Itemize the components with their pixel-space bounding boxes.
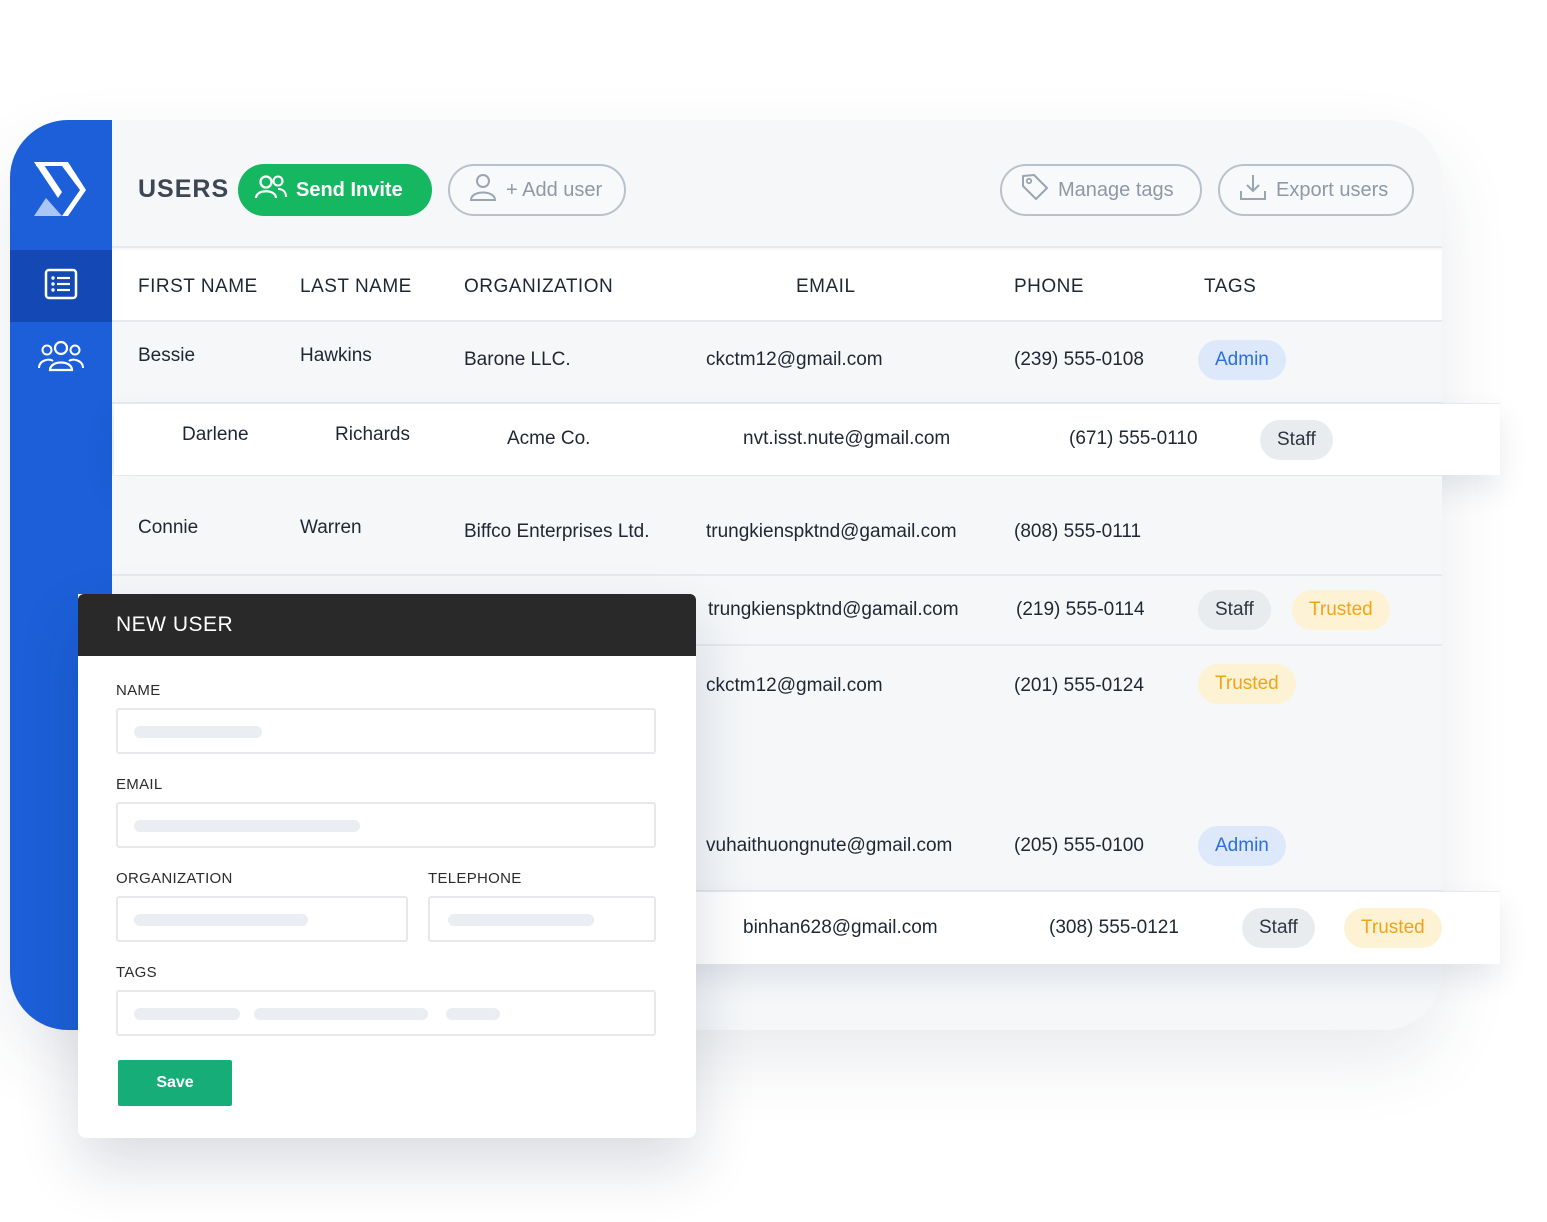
manage-tags-button[interactable]: Manage tags bbox=[1000, 164, 1202, 216]
tags-field[interactable] bbox=[116, 990, 656, 1036]
placeholder-bar bbox=[134, 726, 262, 738]
placeholder-bar bbox=[134, 820, 360, 832]
export-users-button[interactable]: Export users bbox=[1218, 164, 1414, 216]
list-icon bbox=[44, 268, 78, 305]
tag-staff[interactable]: Staff bbox=[1198, 590, 1271, 630]
download-icon bbox=[1238, 172, 1276, 208]
cell-phone: (671) 555-0110 bbox=[1069, 428, 1198, 449]
cell-last-name: Warren bbox=[300, 517, 362, 538]
toolbar: USERS Send Invite + Add user Manage tags… bbox=[112, 120, 1442, 248]
cell-email: nvt.isst.nute@gmail.com bbox=[743, 428, 951, 449]
add-user-button[interactable]: + Add user bbox=[448, 164, 626, 216]
table-row-highlighted[interactable]: Darlene Richards Acme Co. nvt.isst.nute@… bbox=[114, 403, 1500, 475]
cell-organization: Acme Co. bbox=[507, 428, 591, 449]
cell-email: trungkienspktnd@gamail.com bbox=[708, 599, 959, 620]
tag-admin[interactable]: Admin bbox=[1198, 826, 1286, 866]
cell-last-name: Richards bbox=[335, 424, 410, 445]
send-invite-button[interactable]: Send Invite bbox=[238, 164, 432, 216]
export-users-label: Export users bbox=[1276, 178, 1389, 201]
table-row[interactable]: Connie Warren Biffco Enterprises Ltd. tr… bbox=[112, 476, 1442, 576]
column-header-email[interactable]: EMAIL bbox=[796, 276, 856, 298]
cell-email: vuhaithuongnute@gmail.com bbox=[706, 835, 953, 856]
placeholder-bar bbox=[134, 1008, 240, 1020]
telephone-field[interactable] bbox=[428, 896, 656, 942]
cell-phone: (205) 555-0100 bbox=[1014, 835, 1144, 856]
organization-field[interactable] bbox=[116, 896, 408, 942]
manage-tags-label: Manage tags bbox=[1058, 178, 1174, 201]
placeholder-bar bbox=[134, 914, 308, 926]
name-field[interactable] bbox=[116, 708, 656, 754]
column-header-organization[interactable]: ORGANIZATION bbox=[464, 276, 613, 298]
cell-email: binhan628@gmail.com bbox=[743, 917, 938, 938]
tag-staff[interactable]: Staff bbox=[1242, 908, 1315, 948]
user-icon bbox=[468, 172, 506, 208]
telephone-label: TELEPHONE bbox=[428, 870, 522, 887]
tag-staff[interactable]: Staff bbox=[1260, 420, 1333, 460]
cell-phone: (239) 555-0108 bbox=[1014, 349, 1144, 370]
page-title: USERS bbox=[138, 175, 230, 203]
placeholder-bar bbox=[254, 1008, 428, 1020]
organization-label: ORGANIZATION bbox=[116, 870, 233, 887]
tags-label: TAGS bbox=[116, 964, 157, 981]
cell-first-name: Connie bbox=[138, 517, 199, 538]
tag-trusted[interactable]: Trusted bbox=[1198, 664, 1296, 704]
cell-email: ckctm12@gmail.com bbox=[706, 349, 883, 370]
column-header-first-name[interactable]: FIRST NAME bbox=[138, 276, 258, 298]
column-header-phone[interactable]: PHONE bbox=[1014, 276, 1084, 298]
placeholder-bar bbox=[446, 1008, 500, 1020]
cell-first-name: Darlene bbox=[182, 424, 249, 445]
users-icon bbox=[38, 339, 84, 378]
save-button[interactable]: Save bbox=[118, 1060, 232, 1106]
users-icon bbox=[254, 174, 296, 206]
cell-last-name: Hawkins bbox=[300, 345, 372, 366]
placeholder-bar bbox=[448, 914, 594, 926]
tag-trusted[interactable]: Trusted bbox=[1344, 908, 1442, 948]
column-header-tags[interactable]: TAGS bbox=[1204, 276, 1256, 298]
table-header: FIRST NAME LAST NAME ORGANIZATION EMAIL … bbox=[112, 250, 1442, 322]
modal-header: NEW USER bbox=[78, 594, 696, 656]
cell-phone: (201) 555-0124 bbox=[1014, 675, 1144, 696]
send-invite-label: Send Invite bbox=[296, 178, 403, 201]
cell-email: trungkienspktnd@gamail.com bbox=[706, 521, 957, 542]
modal-title: NEW USER bbox=[116, 613, 234, 636]
cell-phone: (308) 555-0121 bbox=[1049, 917, 1179, 938]
email-label: EMAIL bbox=[116, 776, 163, 793]
cell-email: ckctm12@gmail.com bbox=[706, 675, 883, 696]
cell-phone: (219) 555-0114 bbox=[1016, 599, 1145, 620]
cell-phone: (808) 555-0111 bbox=[1014, 521, 1142, 542]
cell-organization: Barone LLC. bbox=[464, 349, 571, 370]
column-header-last-name[interactable]: LAST NAME bbox=[300, 276, 412, 298]
cell-organization: Biffco Enterprises Ltd. bbox=[464, 521, 650, 542]
tag-trusted[interactable]: Trusted bbox=[1292, 590, 1390, 630]
add-user-label: + Add user bbox=[506, 178, 603, 201]
tag-admin[interactable]: Admin bbox=[1198, 340, 1286, 380]
new-user-modal: NEW USER NAME EMAIL ORGANIZATION TELEPHO… bbox=[78, 594, 696, 1138]
tag-icon bbox=[1020, 172, 1058, 208]
email-field[interactable] bbox=[116, 802, 656, 848]
nav-item-users-list[interactable] bbox=[10, 250, 112, 322]
nav-item-groups[interactable] bbox=[10, 322, 112, 394]
table-row[interactable]: Bessie Hawkins Barone LLC. ckctm12@gmail… bbox=[112, 324, 1442, 404]
cell-first-name: Bessie bbox=[138, 345, 196, 366]
name-label: NAME bbox=[116, 682, 161, 699]
app-logo[interactable] bbox=[32, 158, 90, 220]
